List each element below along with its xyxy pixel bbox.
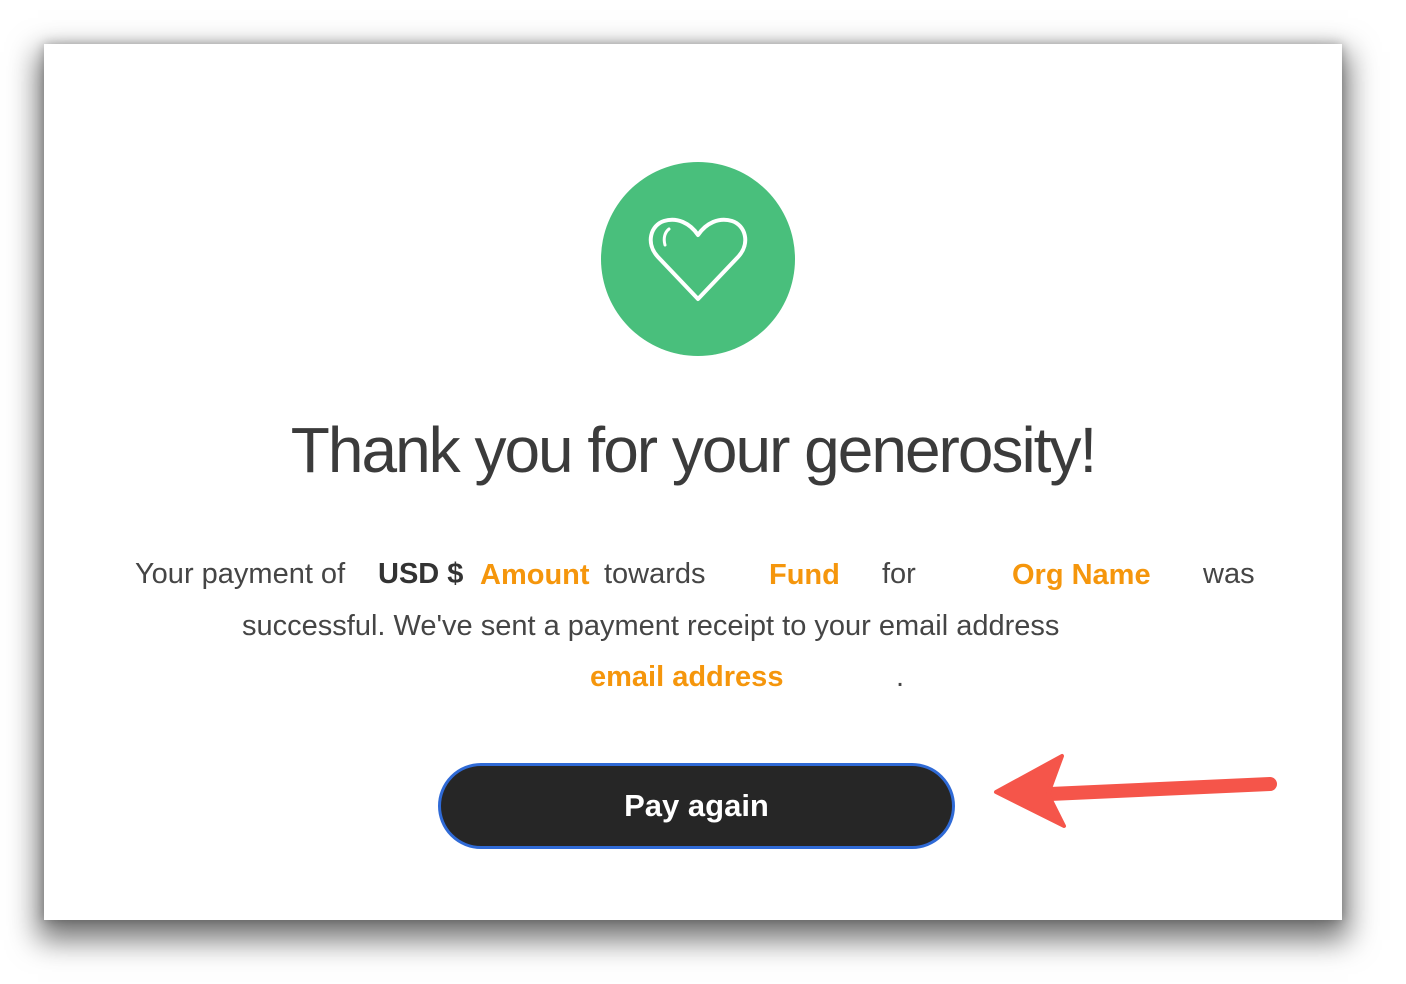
message-line-2: successful. We've sent a payment receipt… [242,610,1060,642]
message-was: was [1203,558,1255,590]
email-value: email address [590,661,784,693]
currency-label: USD $ [378,558,464,590]
heart-icon [648,217,748,301]
message-prefix: Your payment of [135,558,346,590]
red-arrow-icon [994,754,1277,828]
amount-value: Amount [480,559,590,591]
fund-value: Fund [769,559,840,591]
pay-again-button[interactable]: Pay again [438,763,955,849]
success-badge [601,162,795,356]
thank-you-title: Thank you for your generosity! [290,414,1097,486]
org-name-value: Org Name [1012,559,1151,591]
message-for: for [882,558,916,590]
message-towards: towards [604,558,706,590]
message-period: . [896,661,905,693]
